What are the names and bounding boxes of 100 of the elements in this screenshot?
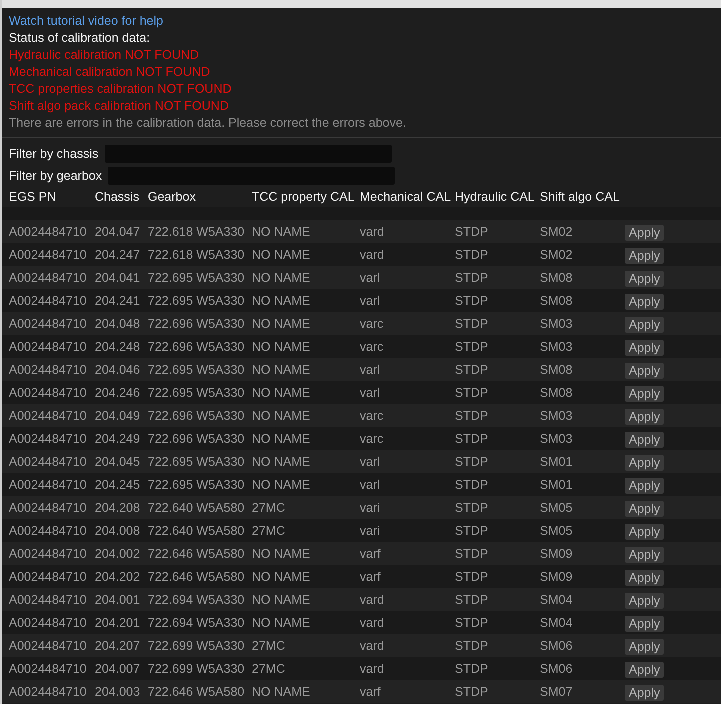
table-cell: NO NAME bbox=[252, 592, 310, 606]
column-header: Gearbox bbox=[148, 190, 197, 204]
table-cell: 204.202 bbox=[95, 570, 140, 584]
apply-button[interactable]: Apply bbox=[625, 317, 664, 333]
table-cell: NO NAME bbox=[252, 432, 310, 446]
apply-button[interactable]: Apply bbox=[625, 616, 664, 632]
tutorial-link[interactable]: Watch tutorial video for help bbox=[9, 13, 164, 30]
table-cell: A0024484710 bbox=[9, 362, 87, 376]
apply-button[interactable]: Apply bbox=[625, 455, 664, 471]
table-cell: STDP bbox=[455, 592, 488, 606]
apply-button[interactable]: Apply bbox=[625, 570, 664, 586]
table-cell: STDP bbox=[455, 662, 488, 676]
table-cell: 204.045 bbox=[95, 454, 140, 468]
apply-button[interactable]: Apply bbox=[625, 225, 664, 241]
table-cell: A0024484710 bbox=[9, 478, 87, 492]
table-cell: 722.640 W5A580 bbox=[148, 500, 245, 514]
table-cell: NO NAME bbox=[252, 454, 310, 468]
table-cell: A0024484710 bbox=[9, 662, 87, 676]
table-cell: 204.001 bbox=[95, 592, 140, 606]
apply-button[interactable]: Apply bbox=[625, 271, 664, 287]
table-cell: varc bbox=[360, 432, 384, 446]
table-cell: SM03 bbox=[540, 340, 573, 354]
table-cell: A0024484710 bbox=[9, 616, 87, 630]
table-cell: 722.646 W5A580 bbox=[148, 570, 245, 584]
table-cell: A0024484710 bbox=[9, 592, 87, 606]
table-cell: A0024484710 bbox=[9, 570, 87, 584]
column-header: Shift algo CAL bbox=[540, 190, 621, 204]
filter-label: Filter by gearbox bbox=[9, 169, 102, 183]
apply-button[interactable]: Apply bbox=[625, 662, 664, 678]
table-cell: A0024484710 bbox=[9, 340, 87, 354]
apply-button[interactable]: Apply bbox=[625, 593, 664, 609]
table-cell: SM05 bbox=[540, 500, 573, 514]
table-cell: NO NAME bbox=[252, 478, 310, 492]
table-cell: A0024484710 bbox=[9, 316, 87, 330]
apply-button[interactable]: Apply bbox=[625, 363, 664, 379]
table-cell: varl bbox=[360, 478, 380, 492]
table-cell: varl bbox=[360, 270, 380, 284]
table-cell: vard bbox=[360, 592, 384, 606]
table-cell: 204.245 bbox=[95, 478, 140, 492]
table-cell: 204.248 bbox=[95, 340, 140, 354]
table-cell: A0024484710 bbox=[9, 270, 87, 284]
table-cell: SM09 bbox=[540, 546, 573, 560]
table-cell: STDP bbox=[455, 432, 488, 446]
apply-button[interactable]: Apply bbox=[625, 248, 664, 264]
table-cell: A0024484710 bbox=[9, 684, 87, 698]
table-cell: varl bbox=[360, 294, 380, 308]
table-cell: NO NAME bbox=[252, 294, 310, 308]
table-cell: 204.003 bbox=[95, 684, 140, 698]
table-cell: SM08 bbox=[540, 294, 573, 308]
table-cell: varl bbox=[360, 386, 380, 400]
table-cell: A0024484710 bbox=[9, 432, 87, 446]
apply-button[interactable]: Apply bbox=[625, 639, 664, 655]
apply-button[interactable]: Apply bbox=[625, 478, 664, 494]
table-cell: NO NAME bbox=[252, 340, 310, 354]
table-cell: vari bbox=[360, 524, 380, 538]
table-cell: vard bbox=[360, 638, 384, 652]
apply-button[interactable]: Apply bbox=[625, 501, 664, 517]
table-cell: 722.646 W5A580 bbox=[148, 684, 245, 698]
apply-button[interactable]: Apply bbox=[625, 432, 664, 448]
apply-button[interactable]: Apply bbox=[625, 386, 664, 402]
apply-button[interactable]: Apply bbox=[625, 524, 664, 540]
table-cell: STDP bbox=[455, 684, 488, 698]
table-cell: varl bbox=[360, 362, 380, 376]
apply-button[interactable]: Apply bbox=[625, 409, 664, 425]
table-cell: 722.696 W5A330 bbox=[148, 316, 245, 330]
table-cell: 204.007 bbox=[95, 662, 140, 676]
table-cell: STDP bbox=[455, 570, 488, 584]
table-cell: vari bbox=[360, 500, 380, 514]
table-cell: SM07 bbox=[540, 684, 573, 698]
table-cell: 204.246 bbox=[95, 386, 140, 400]
apply-button[interactable]: Apply bbox=[625, 547, 664, 563]
table-cell: 204.041 bbox=[95, 270, 140, 284]
table-cell: SM04 bbox=[540, 616, 573, 630]
status-heading: Status of calibration data: bbox=[9, 30, 150, 47]
table-cell: STDP bbox=[455, 524, 488, 538]
table-cell: 27MC bbox=[252, 662, 286, 676]
table-cell: NO NAME bbox=[252, 224, 310, 238]
table-cell: varc bbox=[360, 408, 384, 422]
table-cell: 204.002 bbox=[95, 546, 140, 560]
table-cell: 204.247 bbox=[95, 248, 140, 262]
column-header: Hydraulic CAL bbox=[455, 190, 536, 204]
table-cell: vard bbox=[360, 248, 384, 262]
table-cell: vard bbox=[360, 662, 384, 676]
apply-button[interactable]: Apply bbox=[625, 685, 664, 701]
table-cell: A0024484710 bbox=[9, 546, 87, 560]
table-cell: 204.046 bbox=[95, 362, 140, 376]
table-cell: STDP bbox=[455, 270, 488, 284]
table-cell: SM01 bbox=[540, 454, 573, 468]
error-message: Mechanical calibration NOT FOUND bbox=[9, 64, 210, 81]
table-cell: STDP bbox=[455, 500, 488, 514]
table-cell: NO NAME bbox=[252, 316, 310, 330]
apply-button[interactable]: Apply bbox=[625, 294, 664, 310]
table-cell: A0024484710 bbox=[9, 248, 87, 262]
table-cell: STDP bbox=[455, 386, 488, 400]
table-cell: varf bbox=[360, 684, 381, 698]
table-cell: SM08 bbox=[540, 270, 573, 284]
error-message: Hydraulic calibration NOT FOUND bbox=[9, 47, 200, 64]
table-cell: STDP bbox=[455, 224, 488, 238]
apply-button[interactable]: Apply bbox=[625, 340, 664, 356]
table-cell: 204.249 bbox=[95, 432, 140, 446]
